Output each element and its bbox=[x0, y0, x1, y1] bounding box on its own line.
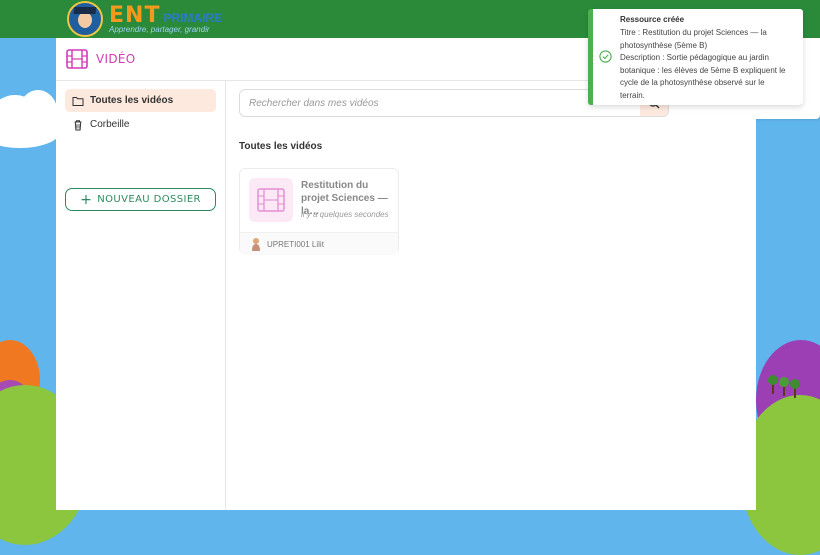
sidebar-item-trash[interactable]: Corbeille bbox=[65, 113, 216, 136]
logo-ent-text: ENT bbox=[109, 2, 161, 28]
ent-logo[interactable]: ENT PRIMAIRE Apprendre, partager, grandi… bbox=[67, 1, 222, 37]
toast-message: Titre : Restitution du projet Sciences —… bbox=[620, 28, 767, 37]
section-title: Toutes les vidéos bbox=[239, 141, 323, 152]
new-folder-label: NOUVEAU DOSSIER bbox=[97, 194, 201, 205]
toast-message: terrain. bbox=[620, 90, 645, 100]
toast-title: Ressource créée bbox=[620, 15, 685, 24]
logo-mascot-icon bbox=[67, 1, 103, 37]
film-icon bbox=[66, 49, 88, 69]
video-card[interactable]: Restitution du projet Sciences — la… il … bbox=[239, 168, 399, 255]
plus-icon: + bbox=[80, 191, 93, 208]
sidebar-item-label: Corbeille bbox=[90, 119, 130, 130]
folder-icon bbox=[72, 96, 84, 106]
avatar bbox=[252, 238, 260, 251]
logo-tagline: Apprendre, partager, grandir bbox=[109, 24, 210, 34]
toast-message: photosynthèse (5ème B) bbox=[620, 40, 708, 50]
video-card-footer: UPRETI001 Lilit bbox=[240, 232, 398, 255]
trash-icon bbox=[74, 119, 82, 130]
sidebar: Toutes les vidéos Corbeille + NOUVEAU DO… bbox=[56, 81, 226, 510]
tree-decoration bbox=[768, 375, 800, 398]
app-title: VIDÉO bbox=[96, 52, 136, 66]
video-author: UPRETI001 Lilit bbox=[267, 239, 324, 249]
success-toast[interactable]: Ressource créée Titre : Restitution du p… bbox=[588, 9, 803, 105]
video-thumbnail bbox=[249, 178, 293, 222]
sidebar-item-all-videos[interactable]: Toutes les vidéos bbox=[65, 89, 216, 112]
video-app-panel: VIDÉO Toutes les vidéos Corbeille + NOUV… bbox=[56, 38, 756, 510]
toast-message: Description : Sortie pédagogique au jard… bbox=[620, 53, 769, 62]
film-icon bbox=[257, 188, 285, 212]
search-input[interactable] bbox=[240, 90, 640, 116]
logo-primaire-text: PRIMAIRE bbox=[163, 10, 223, 25]
video-timestamp: il y a quelques secondes bbox=[301, 210, 389, 219]
check-circle-icon bbox=[599, 50, 612, 63]
toast-message: cycle de la photosynthèse observé sur le bbox=[620, 78, 765, 87]
toast-message: botanique : les élèves de 5ème B expliqu… bbox=[620, 65, 786, 75]
main-content: Toutes les vidéos Restitution du projet … bbox=[226, 81, 756, 510]
new-folder-button[interactable]: + NOUVEAU DOSSIER bbox=[65, 188, 216, 211]
sidebar-item-label: Toutes les vidéos bbox=[90, 95, 174, 106]
